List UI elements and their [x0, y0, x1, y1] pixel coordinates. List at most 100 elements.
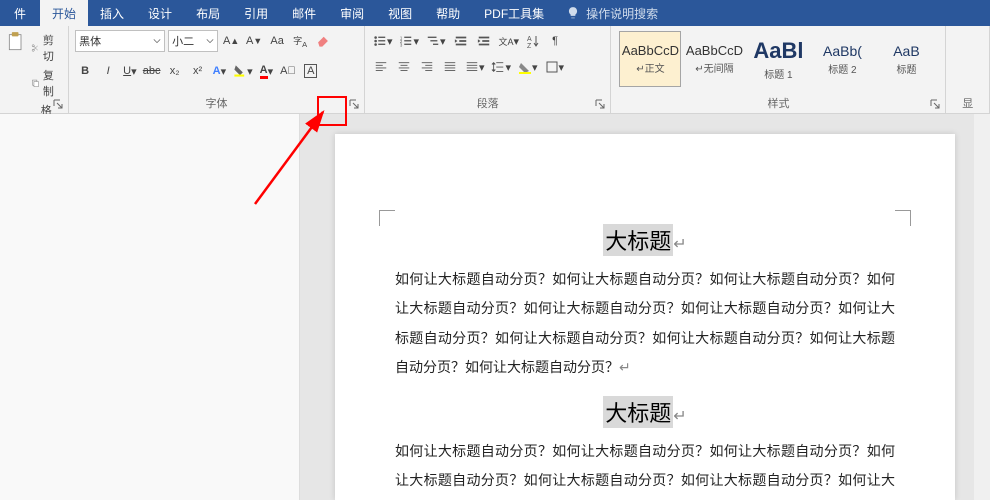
tab-review[interactable]: 审阅 — [328, 0, 376, 26]
editing-group: 显 — [946, 26, 990, 113]
bullets-icon — [373, 34, 387, 48]
ribbon: 剪切 复制 格式刷 剪贴板 黑体 — [0, 26, 990, 114]
style-heading2[interactable]: AaBb( 标题 2 — [811, 31, 873, 87]
doc-heading-1[interactable]: 大标题 — [603, 224, 673, 256]
style-name: ↵无间隔 — [695, 60, 733, 75]
line-spacing-button[interactable]: ▾ — [489, 57, 513, 77]
chevron-down-icon — [153, 37, 161, 45]
tell-me-label: 操作说明搜索 — [586, 5, 658, 22]
tab-insert[interactable]: 插入 — [88, 0, 136, 26]
paragraph-mark-icon: ↵ — [673, 408, 686, 425]
tab-layout[interactable]: 布局 — [184, 0, 232, 26]
sort-icon: AZ — [526, 34, 540, 48]
align-right-icon — [420, 60, 434, 74]
superscript-button[interactable]: x² — [188, 61, 208, 81]
outdent-icon — [454, 34, 468, 48]
highlight-icon — [233, 64, 247, 78]
increase-indent-button[interactable] — [474, 31, 494, 51]
numbering-icon: 123 — [399, 34, 413, 48]
font-group-label: 字体 — [75, 93, 358, 111]
sort-button[interactable]: AZ — [524, 31, 542, 51]
styles-gallery[interactable]: AaBbCcD ↵正文 AaBbCcD ↵无间隔 AaBl 标题 1 AaBb(… — [617, 29, 939, 89]
tab-file[interactable]: 件 — [0, 0, 40, 26]
tab-view[interactable]: 视图 — [376, 0, 424, 26]
align-left-button[interactable] — [371, 57, 391, 77]
bold-button[interactable]: B — [75, 61, 95, 81]
tab-pdf-tools[interactable]: PDF工具集 — [472, 0, 556, 26]
tell-me-search[interactable]: 操作说明搜索 — [556, 0, 668, 26]
tab-home[interactable]: 开始 — [40, 0, 88, 26]
svg-text:3: 3 — [400, 42, 403, 47]
paragraph-launcher[interactable] — [593, 97, 607, 111]
line-spacing-icon — [491, 60, 505, 74]
phonetic-guide-button[interactable]: 字A — [290, 31, 310, 51]
distributed-icon — [465, 60, 479, 74]
document-area[interactable]: 大标题↵ 如何让大标题自动分页？如何让大标题自动分页？如何让大标题自动分页？如何… — [300, 114, 990, 500]
tab-design[interactable]: 设计 — [136, 0, 184, 26]
decrease-indent-button[interactable] — [451, 31, 471, 51]
style-no-spacing[interactable]: AaBbCcD ↵无间隔 — [683, 31, 745, 87]
shading-button[interactable]: ▾ — [516, 57, 540, 77]
style-normal[interactable]: AaBbCcD ↵正文 — [619, 31, 681, 87]
clipboard-group: 剪切 复制 格式刷 剪贴板 — [0, 26, 69, 113]
font-size-dropdown[interactable]: 小二 — [168, 30, 218, 52]
font-name-dropdown[interactable]: 黑体 — [75, 30, 165, 52]
indent-icon — [477, 34, 491, 48]
justify-button[interactable] — [440, 57, 460, 77]
font-launcher[interactable] — [347, 97, 361, 111]
style-name: ↵正文 — [636, 60, 664, 75]
underline-button[interactable]: U▾ — [121, 61, 138, 81]
shrink-font-button[interactable]: A▼ — [244, 31, 264, 51]
font-color-button[interactable]: A▾ — [258, 61, 275, 81]
lightbulb-icon — [566, 6, 580, 20]
justify-icon — [443, 60, 457, 74]
tab-mail[interactable]: 邮件 — [280, 0, 328, 26]
borders-icon — [545, 60, 559, 74]
char-border-button[interactable]: A — [301, 61, 321, 81]
align-center-icon — [397, 60, 411, 74]
clear-formatting-button[interactable] — [313, 31, 333, 51]
cut-label: 剪切 — [43, 32, 59, 64]
clipboard-launcher[interactable] — [51, 97, 65, 111]
paragraph-group-label: 段落 — [371, 93, 605, 111]
chevron-down-icon — [206, 37, 214, 45]
highlight-button[interactable]: ▾ — [231, 61, 255, 81]
vertical-scrollbar[interactable] — [974, 114, 990, 500]
font-name-value: 黑体 — [79, 33, 153, 49]
font-group: 黑体 小二 A▲ A▼ Aa 字A B I U▾ abc — [69, 26, 365, 113]
borders-button[interactable]: ▾ — [543, 57, 567, 77]
strikethrough-button[interactable]: abc — [142, 61, 162, 81]
doc-body-2[interactable]: 如何让大标题自动分页？如何让大标题自动分页？如何让大标题自动分页？如何让大标题自… — [395, 438, 895, 500]
copy-button[interactable]: 复制 — [28, 66, 62, 100]
document-page[interactable]: 大标题↵ 如何让大标题自动分页？如何让大标题自动分页？如何让大标题自动分页？如何… — [335, 134, 955, 500]
align-left-icon — [374, 60, 388, 74]
copy-icon — [31, 77, 40, 89]
change-case-button[interactable]: Aa — [267, 31, 287, 51]
tab-references[interactable]: 引用 — [232, 0, 280, 26]
style-title[interactable]: AaB 标题 — [875, 31, 937, 87]
style-heading1[interactable]: AaBl 标题 1 — [747, 31, 809, 87]
numbering-button[interactable]: 123▾ — [397, 31, 421, 51]
italic-button[interactable]: I — [98, 61, 118, 81]
doc-heading-2[interactable]: 大标题 — [603, 396, 673, 428]
enclose-char-button[interactable]: A⃝ — [278, 61, 298, 81]
grow-font-button[interactable]: A▲ — [221, 31, 241, 51]
show-hide-button[interactable]: ¶ — [545, 31, 565, 51]
align-right-button[interactable] — [417, 57, 437, 77]
margin-corner-tr — [895, 210, 911, 226]
bullets-button[interactable]: ▾ — [371, 31, 395, 51]
scissors-icon — [31, 42, 40, 54]
text-direction-button[interactable]: 文A▾ — [497, 31, 522, 51]
doc-body-1[interactable]: 如何让大标题自动分页？如何让大标题自动分页？如何让大标题自动分页？如何让大标题自… — [395, 266, 895, 384]
cut-button[interactable]: 剪切 — [28, 31, 62, 65]
styles-launcher[interactable] — [928, 97, 942, 111]
navigation-panel[interactable] — [0, 114, 300, 500]
align-center-button[interactable] — [394, 57, 414, 77]
subscript-button[interactable]: x₂ — [165, 61, 185, 81]
tab-help[interactable]: 帮助 — [424, 0, 472, 26]
style-preview: AaBl — [753, 38, 803, 64]
styles-group: AaBbCcD ↵正文 AaBbCcD ↵无间隔 AaBl 标题 1 AaBb(… — [611, 26, 946, 113]
text-effects-button[interactable]: A▾ — [211, 61, 228, 81]
distributed-button[interactable]: ▾ — [463, 57, 487, 77]
multilevel-list-button[interactable]: ▾ — [424, 31, 448, 51]
